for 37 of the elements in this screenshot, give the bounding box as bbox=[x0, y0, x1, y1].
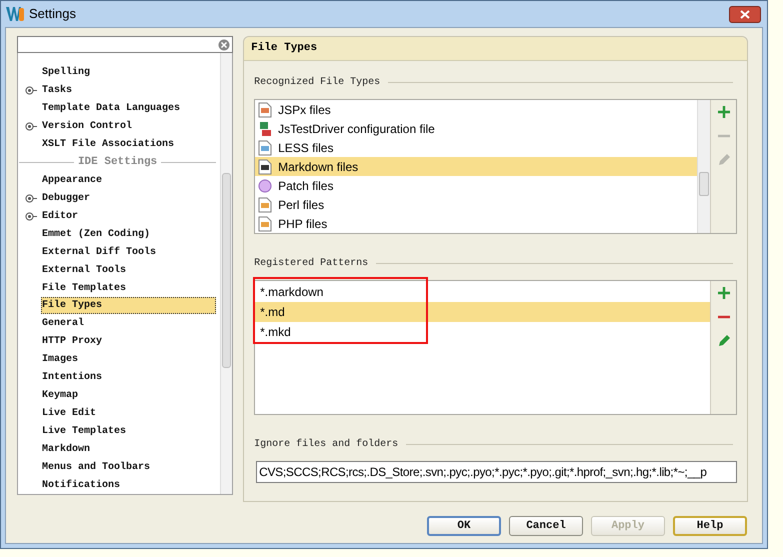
search-field[interactable] bbox=[17, 36, 234, 53]
section-header: IDE Settings bbox=[78, 155, 158, 170]
expand-icon[interactable] bbox=[25, 86, 38, 96]
file-icon bbox=[258, 140, 272, 156]
pattern-item[interactable]: *.markdown bbox=[255, 282, 710, 302]
expand-icon[interactable] bbox=[25, 122, 38, 132]
expand-icon[interactable] bbox=[25, 212, 38, 221]
file-type-item[interactable]: Patch files bbox=[255, 176, 698, 195]
app-logo-icon bbox=[6, 6, 24, 22]
clear-icon[interactable] bbox=[218, 38, 230, 50]
file-type-item[interactable]: Markdown files bbox=[255, 157, 698, 176]
section-title: Recognized File Types bbox=[254, 76, 380, 90]
file-type-item[interactable]: Perl files bbox=[255, 195, 698, 214]
section-title: Registered Patterns bbox=[254, 256, 368, 271]
pattern-item[interactable]: *.md bbox=[255, 302, 710, 322]
file-type-item[interactable]: LESS files bbox=[255, 138, 698, 157]
close-button[interactable] bbox=[729, 6, 761, 22]
panel-title: File Types bbox=[251, 41, 318, 56]
file-icon bbox=[258, 158, 272, 174]
file-type-item[interactable]: JSPx files bbox=[255, 100, 698, 119]
file-type-item[interactable]: PHP files bbox=[255, 214, 698, 233]
test-file-icon bbox=[258, 120, 272, 136]
section-title: Ignore files and folders bbox=[254, 438, 398, 452]
file-type-item[interactable]: JsTestDriver configuration file bbox=[255, 119, 698, 138]
pattern-item[interactable]: *.mkd bbox=[255, 322, 710, 342]
tree-item[interactable]: File Types bbox=[41, 297, 216, 314]
circle-file-icon bbox=[258, 178, 272, 192]
window-title: Settings bbox=[29, 5, 76, 24]
dialog-button[interactable]: OK bbox=[427, 516, 501, 536]
close-icon bbox=[740, 10, 750, 18]
ignore-field[interactable]: CVS;SCCS;RCS;rcs;.DS_Store;.svn;.pyc;.pyo;*.pyc;*.pyo;.git;*.hprof;_svn;.hg;*.lib;*~;__p bbox=[256, 461, 738, 483]
file-icon bbox=[258, 196, 272, 212]
expand-icon[interactable] bbox=[25, 194, 38, 203]
scrollbar[interactable] bbox=[697, 100, 710, 233]
dialog-button[interactable]: Help bbox=[673, 516, 747, 536]
scrollbar[interactable] bbox=[220, 53, 232, 494]
dialog-button[interactable]: Cancel bbox=[509, 516, 583, 536]
